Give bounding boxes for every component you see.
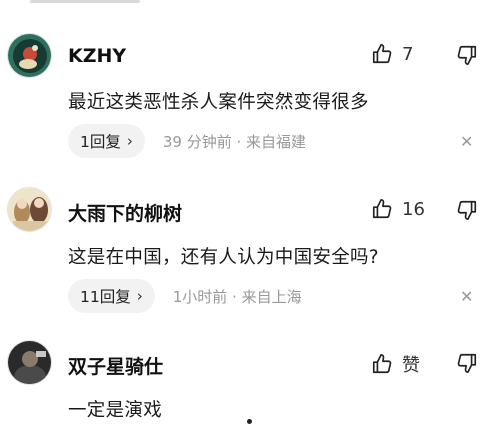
top-divider — [30, 0, 140, 3]
comment-text: 一定是演戏 — [68, 400, 163, 421]
timestamp-location: 39 分钟前 · 来自福建 — [162, 132, 307, 151]
close-icon[interactable]: ✕ — [460, 132, 473, 151]
thumbs-up-icon — [372, 199, 392, 219]
thumbs-down-icon — [457, 200, 477, 220]
reply-button[interactable]: 1回复 › — [68, 124, 145, 158]
dislike-button[interactable] — [456, 199, 478, 225]
username[interactable]: 双子星骑仕 — [68, 352, 163, 379]
reply-button[interactable]: 11回复 › — [68, 279, 155, 313]
thumbs-down-icon — [457, 45, 477, 65]
chevron-right-icon: › — [126, 132, 133, 150]
chevron-right-icon: › — [136, 287, 143, 305]
avatar[interactable] — [7, 33, 52, 78]
like-button[interactable]: 16 — [371, 198, 425, 220]
username[interactable]: 大雨下的柳树 — [68, 199, 182, 226]
comment-text: 最近这类恶性杀人案件突然变得很多 — [68, 92, 369, 113]
scroll-indicator-dot — [247, 419, 252, 424]
thumbs-up-icon — [372, 44, 392, 64]
dislike-button[interactable] — [456, 44, 478, 70]
like-label: 赞 — [402, 355, 420, 376]
like-button[interactable]: 赞 — [371, 351, 420, 377]
timestamp-location: 1小时前 · 来自上海 — [172, 287, 302, 306]
dislike-button[interactable] — [456, 352, 478, 378]
reply-count: 11回复 — [80, 288, 131, 306]
comment-meta: 11回复 › 1小时前 · 来自上海 — [68, 279, 302, 313]
thumbs-up-icon — [372, 354, 392, 374]
username[interactable]: KZHY — [68, 45, 126, 67]
comment-meta: 1回复 › 39 分钟前 · 来自福建 — [68, 124, 306, 158]
avatar[interactable] — [7, 187, 52, 232]
reply-count: 1回复 — [80, 133, 121, 151]
thumbs-down-icon — [457, 353, 477, 373]
close-icon[interactable]: ✕ — [460, 287, 473, 306]
like-button[interactable]: 7 — [371, 43, 413, 65]
like-count: 7 — [402, 43, 414, 65]
avatar[interactable] — [7, 340, 52, 385]
comment-text: 这是在中国，还有人认为中国安全吗? — [68, 247, 379, 268]
like-count: 16 — [402, 198, 425, 220]
